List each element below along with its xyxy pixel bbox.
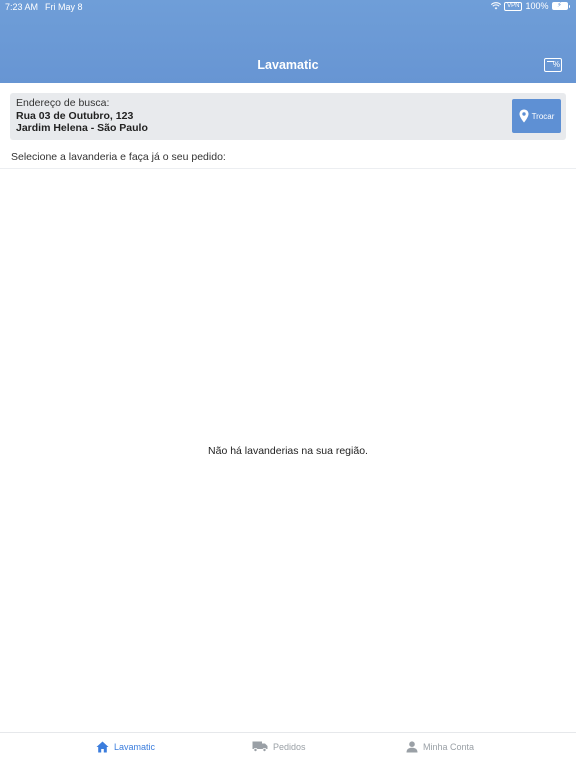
status-bar: 7:23 AM Fri May 8 VPN 100% ⚡ — [0, 0, 576, 14]
discount-symbol: % — [552, 60, 560, 69]
search-address-card: Endereço de busca: Rua 03 de Outubro, 12… — [10, 93, 566, 140]
tab-pedidos[interactable]: Pedidos — [252, 741, 306, 752]
tab-label: Pedidos — [273, 741, 306, 752]
status-time: 7:23 AM — [5, 2, 39, 12]
tab-label: Lavamatic — [114, 742, 156, 752]
address-street: Rua 03 de Outubro, 123 — [16, 110, 134, 122]
tab-lavamatic[interactable]: Lavamatic — [96, 741, 155, 753]
battery-percent: 100% — [525, 1, 549, 11]
status-date: Fri May 8 — [45, 2, 83, 12]
bolt-icon: ⚡ — [557, 2, 562, 9]
wifi-icon — [491, 2, 502, 10]
address-district: Jardim Helena - São Paulo — [16, 122, 148, 134]
address-label: Endereço de busca: — [16, 97, 110, 109]
vpn-badge: VPN — [504, 1, 523, 11]
map-pin-icon — [519, 109, 529, 123]
instruction-text: Selecione a lavanderia e faça já o seu p… — [11, 151, 226, 163]
tab-label: Minha Conta — [423, 742, 475, 752]
change-button-label: Trocar — [531, 111, 555, 121]
status-right: VPN 100% ⚡ — [491, 1, 570, 11]
tab-bar: Lavamatic Pedidos Minha Conta — [0, 732, 576, 768]
app-header: 7:23 AM Fri May 8 VPN 100% ⚡ Lavamatic % — [0, 0, 576, 83]
divider — [0, 168, 576, 169]
truck-icon — [252, 741, 268, 752]
tab-minha-conta[interactable]: Minha Conta — [406, 741, 474, 753]
user-icon — [406, 741, 418, 753]
discount-icon[interactable]: % — [544, 58, 562, 72]
battery-icon: ⚡ — [551, 2, 570, 10]
page-title: Lavamatic — [257, 58, 319, 72]
change-address-button[interactable]: Trocar — [512, 99, 561, 133]
empty-state-message: Não há lavanderias na sua região. — [208, 445, 368, 457]
home-icon — [96, 741, 109, 753]
